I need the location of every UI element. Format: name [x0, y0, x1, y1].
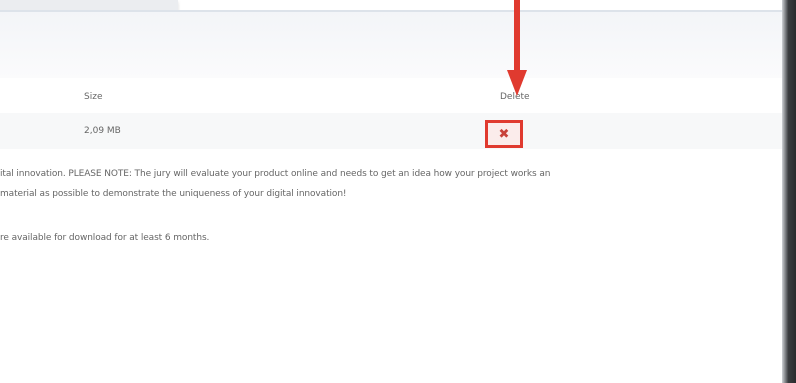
close-x-icon[interactable]: ✖ [499, 128, 510, 141]
size-column-header: Size [84, 92, 103, 102]
note-line-3: re available for download for at least 6… [0, 233, 210, 243]
note-line-1: ital innovation. PLEASE NOTE: The jury w… [0, 169, 551, 179]
right-edge-shadow [782, 0, 796, 383]
note-line-2: material as possible to demonstrate the … [0, 189, 347, 199]
file-size-value: 2,09 MB [84, 126, 121, 136]
delete-file-button[interactable]: ✖ [485, 120, 523, 148]
annotation-arrow-icon [507, 0, 527, 96]
panel-header-band [0, 12, 782, 78]
page: Size Delete 2,09 MB ✖ ital innovation. P… [0, 0, 796, 383]
upload-panel: Size Delete 2,09 MB ✖ ital innovation. P… [0, 12, 782, 383]
